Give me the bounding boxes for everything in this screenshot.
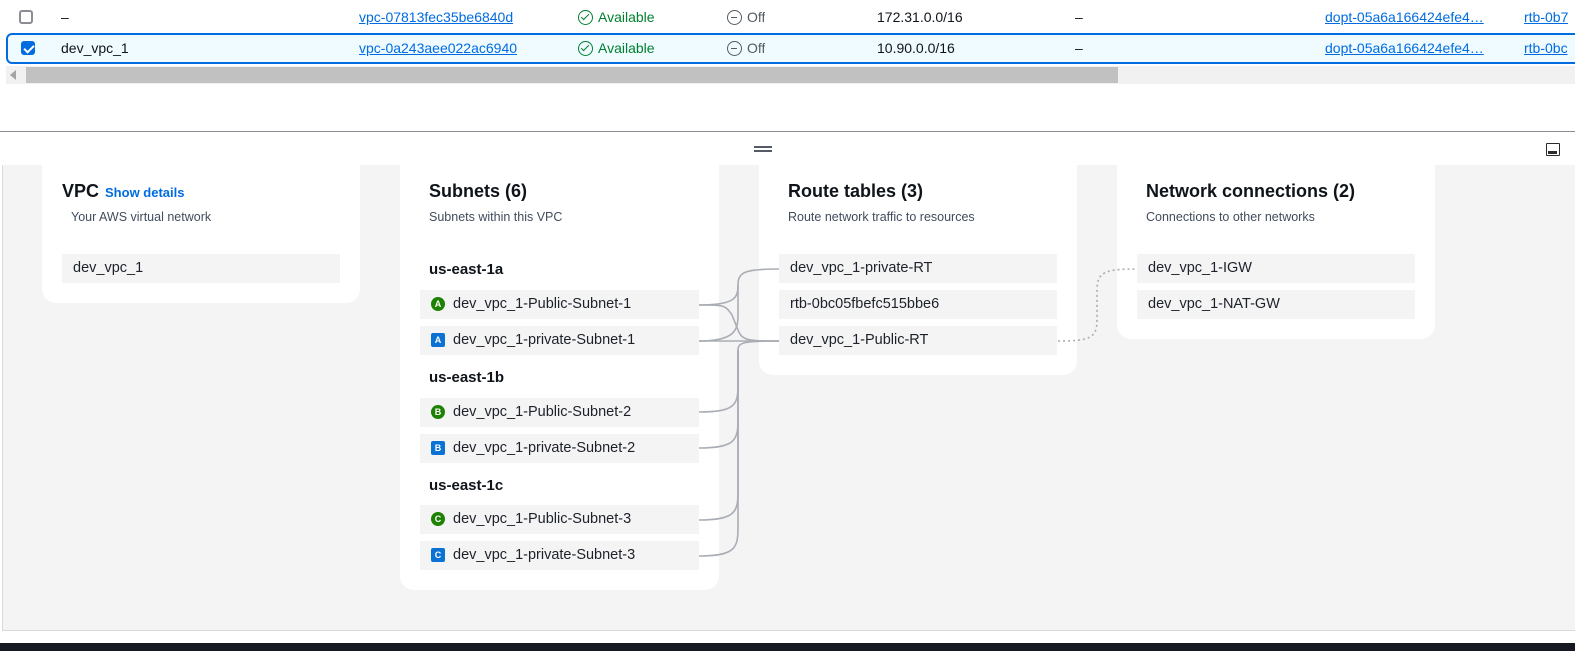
check-circle-icon <box>578 10 593 25</box>
check-circle-icon <box>578 41 593 56</box>
horizontal-scrollbar[interactable] <box>6 66 1575 84</box>
route-table-item[interactable]: rtb-0bc05fbefc515bbe6 <box>779 290 1057 319</box>
vpc-name-cell: dev_vpc_1 <box>61 40 129 56</box>
private-subnet-icon: B <box>431 441 445 455</box>
subnet-item-private[interactable]: Bdev_vpc_1-private-Subnet-2 <box>420 434 699 463</box>
ipv4-cidr-cell: 172.31.0.0/16 <box>877 9 963 25</box>
ipv4-cidr-cell: 10.90.0.0/16 <box>877 40 955 56</box>
private-subnet-icon: C <box>431 548 445 562</box>
state-cell: Available <box>578 2 655 33</box>
state-cell: Available <box>578 33 655 64</box>
show-details-link[interactable]: Show details <box>105 185 184 200</box>
panel-position-icon[interactable] <box>1546 143 1560 156</box>
subnets-card-title: Subnets (6) <box>429 181 528 201</box>
split-panel-divider <box>0 131 1575 132</box>
minus-circle-icon <box>727 41 742 56</box>
az-heading: us-east-1a <box>429 261 504 278</box>
route-table-item[interactable]: dev_vpc_1-Public-RT <box>779 326 1057 355</box>
vpc-card-title: VPC Show details <box>62 181 184 202</box>
route-tables-card-title: Route tables (3) <box>788 181 924 201</box>
subnets-card: Subnets (6) Subnets within this VPC us-e… <box>400 165 719 590</box>
subnet-item-private[interactable]: Cdev_vpc_1-private-Subnet-3 <box>420 541 699 570</box>
public-subnet-icon: B <box>431 405 445 419</box>
ipv6-cidr-cell: – <box>1075 40 1083 56</box>
route-tables-card-subtitle: Route network traffic to resources <box>788 210 975 224</box>
row-checkbox-checked[interactable] <box>21 41 35 55</box>
subnets-card-subtitle: Subnets within this VPC <box>429 210 563 224</box>
block-public-access-label: Off <box>747 9 766 25</box>
route-tables-card: Route tables (3) Route network traffic t… <box>759 165 1077 375</box>
vpc-card-subtitle: Your AWS virtual network <box>71 210 212 224</box>
drag-handle-icon[interactable] <box>754 146 772 152</box>
network-connection-item[interactable]: dev_vpc_1-NAT-GW <box>1137 290 1415 319</box>
network-connections-card: Network connections (2) Connections to o… <box>1117 165 1435 339</box>
minus-circle-icon <box>727 10 742 25</box>
vpc-name-cell: – <box>61 9 69 25</box>
vpc-table: – vpc-07813fec35be6840d Available Off 17… <box>0 0 1575 88</box>
scroll-left-icon[interactable] <box>10 70 16 80</box>
main-route-table-link[interactable]: rtb-0bc <box>1524 33 1568 64</box>
subnet-item-private[interactable]: Adev_vpc_1-private-Subnet-1 <box>420 326 699 355</box>
dhcp-option-set-link[interactable]: dopt-05a6a166424efe4… <box>1325 2 1484 33</box>
vpc-id-link[interactable]: vpc-0a243aee022ac6940 <box>359 33 517 64</box>
vpc-id-link[interactable]: vpc-07813fec35be6840d <box>359 2 513 33</box>
vpc-title-text: VPC <box>62 181 100 201</box>
network-connection-item[interactable]: dev_vpc_1-IGW <box>1137 254 1415 283</box>
subnet-label: dev_vpc_1-private-Subnet-2 <box>453 440 636 456</box>
subnet-item-public[interactable]: Cdev_vpc_1-Public-Subnet-3 <box>420 505 699 534</box>
subnet-item-public[interactable]: Bdev_vpc_1-Public-Subnet-2 <box>420 398 699 427</box>
ipv6-cidr-cell: – <box>1075 9 1083 25</box>
private-subnet-icon: A <box>431 333 445 347</box>
block-public-access-cell: Off <box>727 33 765 64</box>
dhcp-option-set-link[interactable]: dopt-05a6a166424efe4… <box>1325 33 1484 64</box>
row-checkbox[interactable] <box>19 10 33 24</box>
subnet-label: dev_vpc_1-private-Subnet-3 <box>453 547 636 563</box>
subnet-label: dev_vpc_1-Public-Subnet-2 <box>453 404 632 420</box>
state-label: Available <box>598 9 655 25</box>
az-heading: us-east-1c <box>429 477 504 494</box>
subnet-item-public[interactable]: Adev_vpc_1-Public-Subnet-1 <box>420 290 699 319</box>
main-route-table-link[interactable]: rtb-0b7 <box>1524 2 1568 33</box>
vpc-card: VPC Show details Your AWS virtual network… <box>42 165 360 303</box>
bottom-bar <box>0 643 1575 651</box>
table-row-selected[interactable]: dev_vpc_1 vpc-0a243aee022ac6940 Availabl… <box>6 33 1575 64</box>
table-row[interactable]: – vpc-07813fec35be6840d Available Off 17… <box>0 2 1575 33</box>
block-public-access-cell: Off <box>727 2 765 33</box>
network-connections-card-title: Network connections (2) <box>1146 181 1356 201</box>
az-heading: us-east-1b <box>429 369 505 386</box>
subnet-label: dev_vpc_1-Public-Subnet-3 <box>453 511 632 527</box>
network-connections-card-subtitle: Connections to other networks <box>1146 210 1315 224</box>
public-subnet-icon: A <box>431 297 445 311</box>
scrollbar-thumb[interactable] <box>26 67 1118 83</box>
public-subnet-icon: C <box>431 512 445 526</box>
block-public-access-label: Off <box>747 40 766 56</box>
subnet-label: dev_vpc_1-private-Subnet-1 <box>453 332 636 348</box>
route-table-item[interactable]: dev_vpc_1-private-RT <box>779 254 1057 283</box>
state-label: Available <box>598 40 655 56</box>
subnet-label: dev_vpc_1-Public-Subnet-1 <box>453 296 632 312</box>
vpc-item[interactable]: dev_vpc_1 <box>62 254 340 283</box>
